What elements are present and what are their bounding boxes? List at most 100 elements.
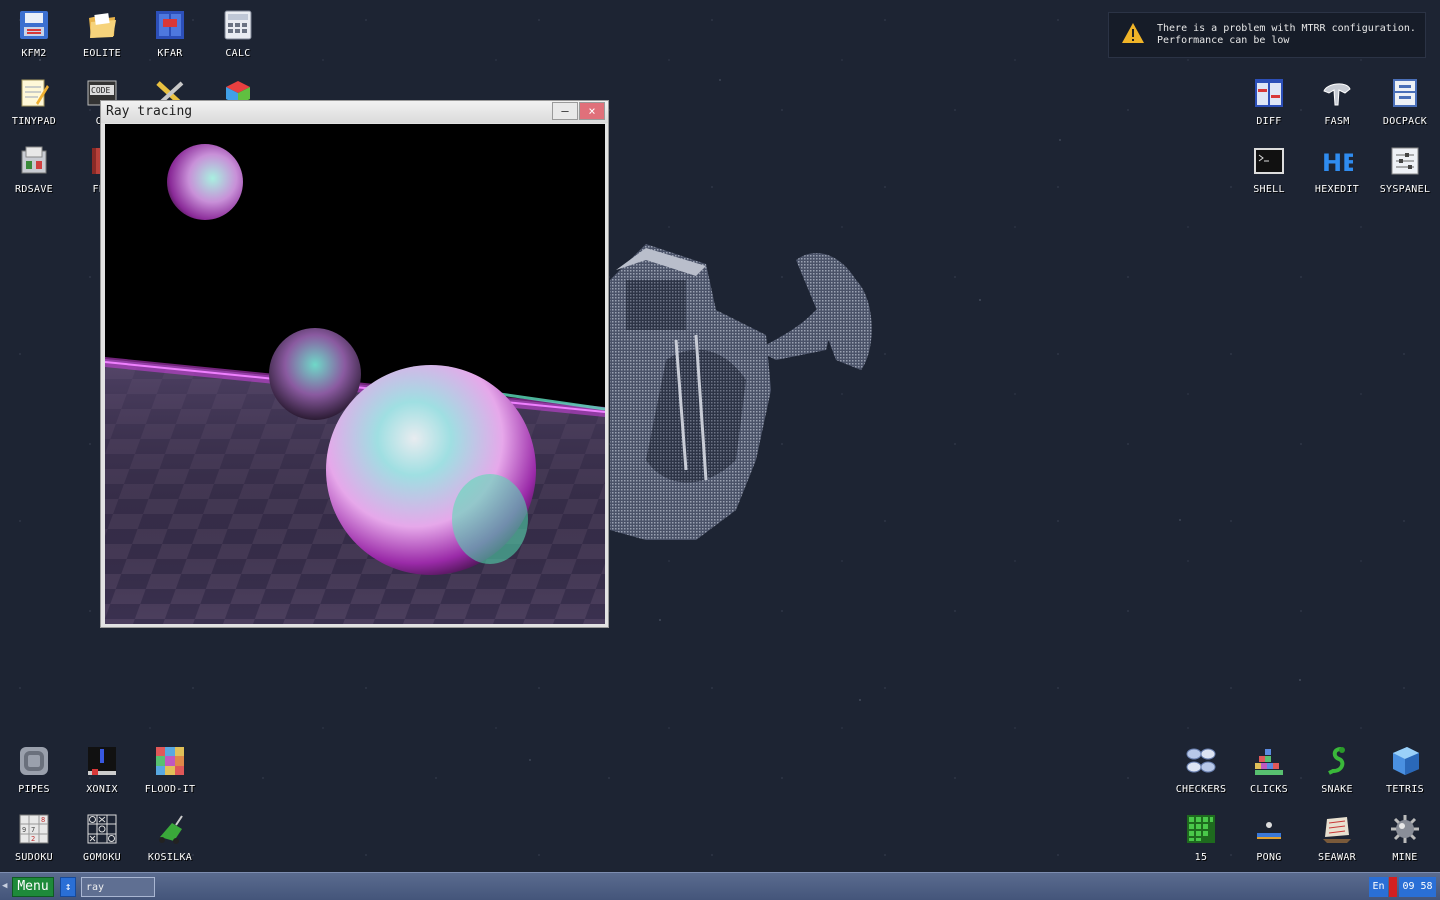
treehouse-wallpaper [610, 244, 872, 540]
window-switch-button[interactable]: ↕ [60, 877, 76, 897]
icon-label: TINYPAD [11, 116, 57, 127]
desktop-icon-syspanel[interactable]: SYSPANEL [1371, 136, 1439, 204]
icon-label: SEAWAR [1318, 852, 1356, 863]
file-manager-icon [17, 8, 51, 42]
desktop-icon-kfar[interactable]: KFAR [136, 0, 204, 68]
icon-label: CLICKS [1250, 784, 1288, 795]
icon-label: SNAKE [1321, 784, 1353, 795]
icon-label: CHECKERS [1175, 784, 1227, 795]
seawar-icon [1320, 812, 1354, 846]
icon-label: SHELL [1253, 184, 1285, 195]
desktop-icon-rdsave[interactable]: RDSAVE [0, 136, 68, 204]
pong-icon [1252, 812, 1286, 846]
notification-line-1: There is a problem with MTRR configurati… [1157, 23, 1416, 34]
checkers-icon [1184, 744, 1218, 778]
system-panel-icon [1388, 144, 1422, 178]
raytraced-scene [105, 124, 605, 624]
notification-text: There is a problem with MTRR configurati… [1157, 23, 1416, 47]
fifteen-puzzle-icon [1184, 812, 1218, 846]
language-indicator[interactable]: En [1369, 877, 1388, 897]
desktop-icon-seawar[interactable]: SEAWAR [1303, 804, 1371, 872]
minesweeper-icon [1388, 812, 1422, 846]
desktop-icon-flood-it[interactable]: FLOOD-IT [136, 736, 204, 804]
icon-label: KFAR [157, 48, 183, 59]
icon-label: KOSILKA [147, 852, 193, 863]
desktop-icon-eolite[interactable]: EOLITE [68, 0, 136, 68]
icon-label: HEXEDIT [1314, 184, 1360, 195]
svg-text:CODE: CODE [91, 86, 110, 95]
icon-label: PONG [1256, 852, 1282, 863]
docpack-icon [1388, 76, 1422, 110]
svg-text:2: 2 [31, 835, 35, 843]
desktop-icon-snake[interactable]: SNAKE [1303, 736, 1371, 804]
icon-label: SUDOKU [15, 852, 53, 863]
desktop-icon-hexedit[interactable]: HE HEXEDIT [1303, 136, 1371, 204]
window-titlebar[interactable]: Ray tracing – × [101, 101, 608, 123]
menu-button[interactable]: Menu [12, 877, 54, 897]
language-flag-icon [1389, 877, 1397, 897]
gomoku-icon [85, 812, 119, 846]
icon-label: MINE [1392, 852, 1418, 863]
mtrr-warning-notification[interactable]: There is a problem with MTRR configurati… [1108, 12, 1426, 58]
icon-label: SYSPANEL [1379, 184, 1431, 195]
taskbar: ◀ Menu ↕ En 09 58 [0, 872, 1440, 900]
icon-label: GOMOKU [83, 852, 121, 863]
svg-text:HE: HE [1322, 149, 1353, 177]
notification-line-2: Performance can be low [1157, 35, 1290, 46]
svg-text:9: 9 [22, 826, 26, 834]
desktop-icon-tetris[interactable]: TETRIS [1371, 736, 1439, 804]
lawnmower-icon [153, 812, 187, 846]
icon-label: RDSAVE [15, 184, 53, 195]
desktop-icon-pong[interactable]: PONG [1235, 804, 1303, 872]
notepad-icon [17, 76, 51, 110]
assembler-icon [1320, 76, 1354, 110]
taskbar-left-arrow-icon[interactable]: ◀ [2, 881, 7, 891]
desktop-icon-kosilka[interactable]: KOSILKA [136, 804, 204, 872]
desktop-icon-diff[interactable]: DIFF [1235, 68, 1303, 136]
icon-label: FLOOD-IT [144, 784, 196, 795]
diff-icon [1252, 76, 1286, 110]
desktop-icon-mine[interactable]: MINE [1371, 804, 1439, 872]
desktop-icon-gomoku[interactable]: GOMOKU [68, 804, 136, 872]
terminal-icon [1252, 144, 1286, 178]
pipes-icon [17, 744, 51, 778]
desktop-icon-shell[interactable]: SHELL [1235, 136, 1303, 204]
icon-label: EOLITE [83, 48, 121, 59]
ray-tracing-window[interactable]: Ray tracing – × [100, 100, 609, 628]
xonix-icon [85, 744, 119, 778]
hex-editor-icon: HE [1320, 144, 1354, 178]
desktop-icon-docpack[interactable]: DOCPACK [1371, 68, 1439, 136]
desktop-icon-sudoku[interactable]: 8 972 SUDOKU [0, 804, 68, 872]
render-canvas [105, 124, 605, 624]
snake-icon [1320, 744, 1354, 778]
desktop-icon-checkers[interactable]: CHECKERS [1167, 736, 1235, 804]
icon-label: XONIX [86, 784, 118, 795]
desktop-icon-calc[interactable]: CALC [204, 0, 272, 68]
svg-text:7: 7 [31, 826, 35, 834]
desktop-icon-clicks[interactable]: CLICKS [1235, 736, 1303, 804]
ramdisk-save-icon [17, 144, 51, 178]
desktop-icon-tinypad[interactable]: TINYPAD [0, 68, 68, 136]
icon-label: CALC [225, 48, 251, 59]
folder-icon [85, 8, 119, 42]
sudoku-icon: 8 972 [17, 812, 51, 846]
icon-label: PIPES [18, 784, 50, 795]
icon-label: KFM2 [21, 48, 47, 59]
warning-icon [1121, 22, 1145, 48]
clicks-icon [1252, 744, 1286, 778]
desktop-icon-15[interactable]: 15 [1167, 804, 1235, 872]
minimize-button[interactable]: – [552, 102, 578, 120]
close-button[interactable]: × [579, 102, 605, 120]
window-title: Ray tracing [106, 104, 193, 119]
desktop-icon-fasm[interactable]: FASM [1303, 68, 1371, 136]
taskbar-app-ray[interactable] [81, 877, 155, 897]
desktop-icon-xonix[interactable]: XONIX [68, 736, 136, 804]
desktop-icon-kfm2[interactable]: KFM2 [0, 0, 68, 68]
desktop-icon-pipes[interactable]: PIPES [0, 736, 68, 804]
archive-manager-icon [153, 8, 187, 42]
icon-label: TETRIS [1386, 784, 1424, 795]
icon-label: 15 [1194, 852, 1208, 863]
calculator-icon [221, 8, 255, 42]
clock[interactable]: 09 58 [1399, 877, 1436, 897]
icon-label: FASM [1324, 116, 1350, 127]
